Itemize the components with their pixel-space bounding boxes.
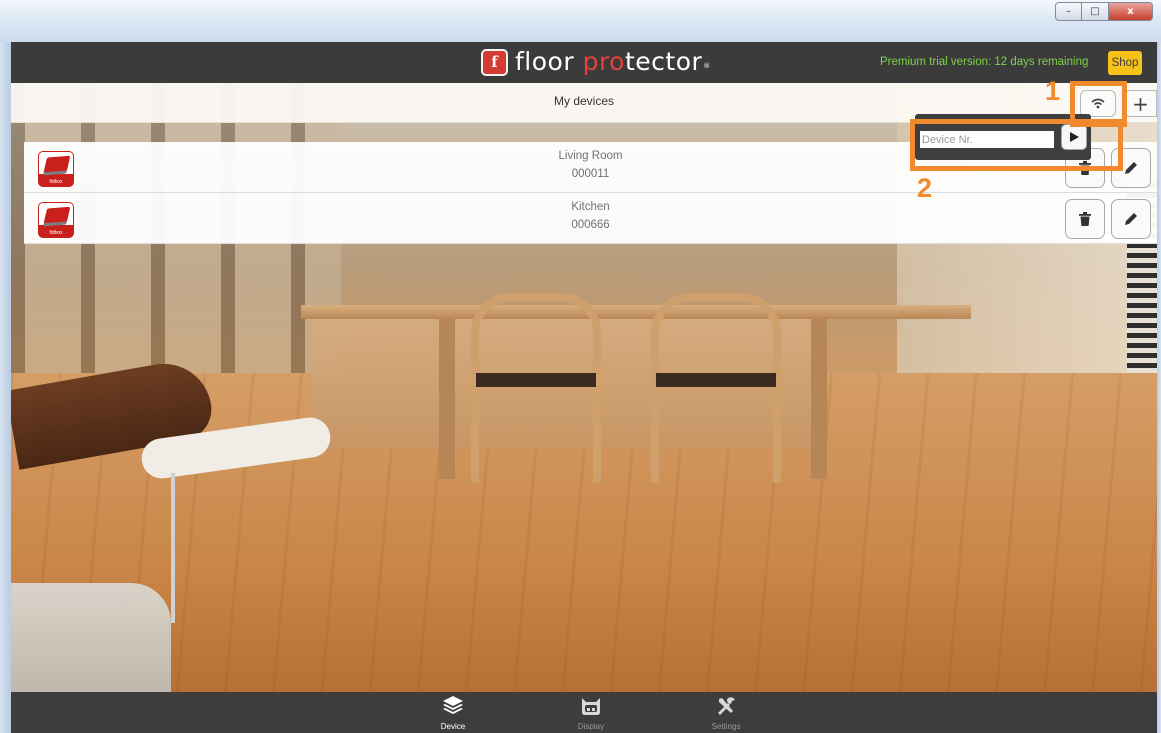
layers-icon xyxy=(443,696,463,714)
pencil-icon xyxy=(1125,213,1137,225)
pencil-icon xyxy=(1125,162,1137,174)
app-header: f floor protector ® Premium trial versio… xyxy=(11,42,1157,83)
page-title: My devices xyxy=(553,94,615,108)
logo-icon: f xyxy=(481,48,508,76)
background-table-leg xyxy=(811,319,827,479)
background-table-leg xyxy=(439,319,455,479)
nav-label: Display xyxy=(577,722,605,731)
edit-device-button[interactable] xyxy=(1111,199,1151,239)
window-titlebar: – □ x xyxy=(0,0,1161,42)
nav-label: Device xyxy=(440,722,466,731)
device-id: 000666 xyxy=(571,219,610,231)
device-row[interactable]: fidbox Kitchen 000666 xyxy=(24,193,1157,244)
brand-name-accent: pro xyxy=(582,47,625,76)
background-chair xyxy=(471,293,601,483)
window-frame-left xyxy=(0,42,11,733)
nav-item-device[interactable]: Device xyxy=(418,692,488,733)
window-frame-right xyxy=(1157,42,1161,733)
brand-name: floor protector xyxy=(515,48,702,76)
display-icon xyxy=(582,698,600,715)
background-armchair-leg xyxy=(171,473,175,623)
device-name: Kitchen xyxy=(571,201,610,213)
background-chair-seat xyxy=(476,373,596,387)
minimize-button[interactable]: – xyxy=(1055,2,1082,21)
brand-logo: f floor protector ® xyxy=(481,48,710,76)
trial-status-text: Premium trial version: 12 days remaining xyxy=(880,56,1089,68)
nav-label: Settings xyxy=(711,722,741,731)
callout-box-2 xyxy=(910,119,1123,171)
add-device-button[interactable]: + xyxy=(1124,90,1157,117)
background-table-top xyxy=(301,305,971,319)
background-chair xyxy=(651,293,781,483)
callout-number-1: 1 xyxy=(1045,76,1061,106)
trash-icon xyxy=(1079,212,1091,226)
nav-item-display[interactable]: Display xyxy=(556,692,626,733)
background-chair-seat xyxy=(656,373,776,387)
background-rug xyxy=(11,583,171,692)
tools-icon xyxy=(718,697,735,715)
brand-name-suffix: tector xyxy=(624,47,703,76)
nav-item-settings[interactable]: Settings xyxy=(691,692,761,733)
bottom-navigation: Device Display Settings xyxy=(11,692,1157,733)
brand-name-prefix: floor xyxy=(515,47,583,76)
app-container: f floor protector ® Premium trial versio… xyxy=(11,42,1157,733)
callout-number-2: 2 xyxy=(917,173,933,203)
delete-device-button[interactable] xyxy=(1065,199,1105,239)
close-button[interactable]: x xyxy=(1109,2,1153,21)
maximize-button[interactable]: □ xyxy=(1082,2,1109,21)
shop-button[interactable]: Shop xyxy=(1108,51,1142,75)
trademark-mark: ® xyxy=(703,62,711,70)
window-controls: – □ x xyxy=(1055,2,1153,21)
